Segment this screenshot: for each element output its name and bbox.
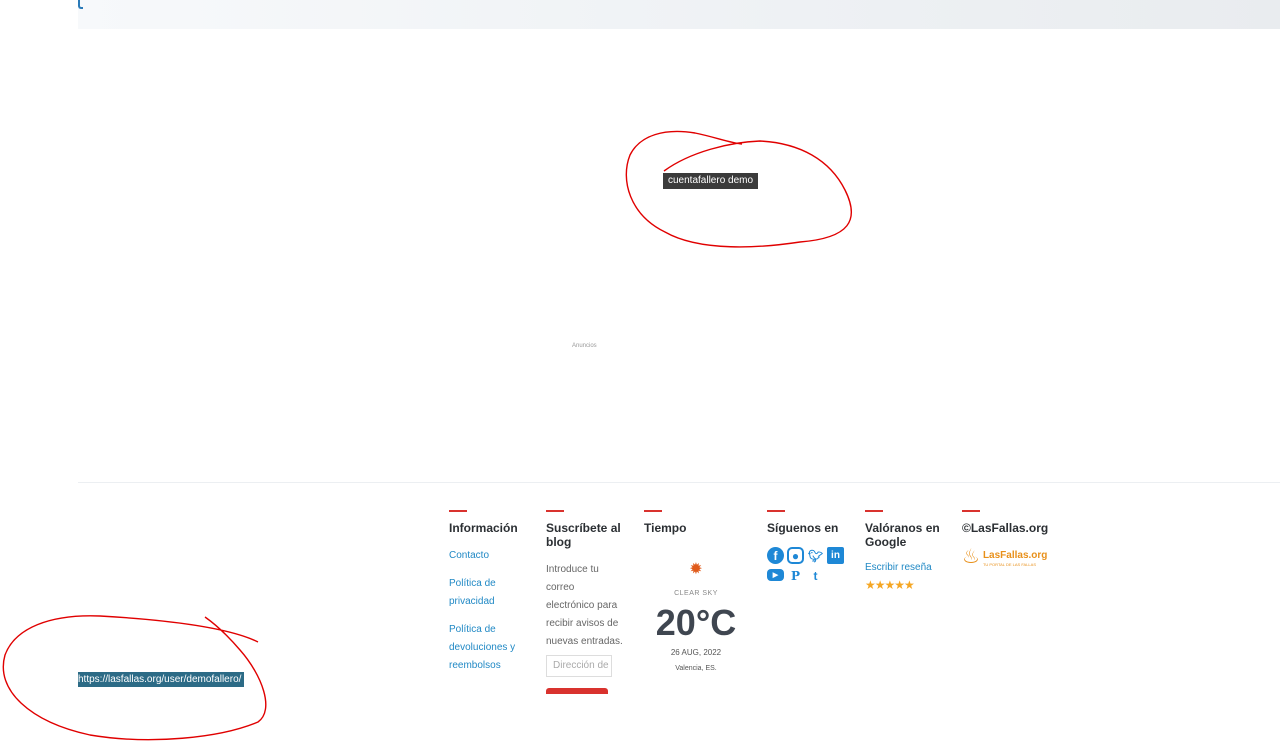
- sun-icon: ✹: [689, 561, 703, 578]
- annotation-circle-tooltip: [625, 130, 853, 248]
- footer-brand-title: ©LasFallas.org: [962, 521, 1049, 535]
- pinterest-icon[interactable]: P: [787, 567, 804, 584]
- linkedin-icon[interactable]: in: [827, 547, 844, 564]
- tumblr-icon[interactable]: t: [807, 567, 824, 584]
- rating-stars: ★★★★★: [865, 578, 915, 592]
- refund-policy-link[interactable]: Política de devoluciones y reembolsos: [449, 621, 529, 675]
- weather-temperature: 20°C: [655, 602, 737, 643]
- privacy-policy-link[interactable]: Política de privacidad: [449, 575, 529, 611]
- footer-social-title: Síguenos en: [767, 521, 839, 535]
- footer-info-title: Información: [449, 521, 518, 535]
- footer-info-links: Contacto Política de privacidad Política…: [449, 547, 529, 675]
- footer-subscribe-title: Suscríbete al blog: [546, 521, 621, 549]
- footer-brand-column: ©LasFallas.org ♨ LasFallas.org TU PORTAL…: [962, 510, 1052, 569]
- footer-info-column: Información Contacto Política de privaci…: [449, 510, 529, 685]
- footer-review-title: Valóranos en Google: [865, 521, 940, 549]
- section-accent-bar: [767, 510, 785, 512]
- footer-subscribe-column: Suscríbete al blog Introduce tu correo e…: [546, 510, 628, 694]
- logo-tagline: TU PORTAL DE LAS FALLAS: [982, 562, 1036, 567]
- section-accent-bar: [644, 510, 662, 512]
- status-bar-url: https://lasfallas.org/user/demofallero/: [78, 672, 245, 687]
- contact-link[interactable]: Contacto: [449, 547, 529, 565]
- flame-icon: ♨: [962, 546, 980, 568]
- footer-weather-column: Tiempo: [644, 510, 734, 547]
- youtube-icon[interactable]: ▶: [767, 569, 784, 581]
- lasfallas-logo[interactable]: ♨ LasFallas.org TU PORTAL DE LAS FALLAS: [962, 545, 1052, 569]
- weather-condition: CLEAR SKY: [674, 590, 718, 597]
- write-review-link[interactable]: Escribir reseña: [865, 561, 945, 575]
- subscribe-description: Introduce tu correo electrónico para rec…: [546, 564, 623, 647]
- weather-location: Valencia, ES.: [675, 665, 717, 672]
- ads-label: Anuncios: [572, 343, 597, 349]
- weather-date: 26 AUG, 2022: [670, 648, 722, 657]
- footer-review-column: Valóranos en Google Escribir reseña ★★★★…: [865, 510, 945, 592]
- section-accent-bar: [449, 510, 467, 512]
- subscribe-button[interactable]: [546, 688, 608, 694]
- footer-social-column: Síguenos en f ● 🐦︎ in ▶ P t: [767, 510, 847, 584]
- section-accent-bar: [865, 510, 883, 512]
- section-accent-bar: [962, 510, 980, 512]
- section-accent-bar: [546, 510, 564, 512]
- email-field[interactable]: Dirección de correo electrónico: [546, 655, 612, 677]
- instagram-icon[interactable]: ●: [787, 547, 804, 564]
- top-header-bar: [78, 0, 1280, 29]
- review-block: Escribir reseña ★★★★★: [865, 561, 945, 592]
- weather-widget: ✹ CLEAR SKY 20°C 26 AUG, 2022 Valencia, …: [640, 560, 752, 672]
- logo-name: LasFallas.org: [982, 550, 1048, 561]
- user-tooltip: cuentafallero demo: [663, 173, 759, 189]
- header-corner-icon: [78, 0, 83, 9]
- facebook-icon[interactable]: f: [767, 547, 784, 564]
- footer-divider: [78, 482, 1280, 483]
- footer-weather-title: Tiempo: [644, 521, 687, 535]
- twitter-icon[interactable]: 🐦︎: [807, 547, 824, 564]
- social-icons: f ● 🐦︎ in ▶ P t: [767, 547, 847, 584]
- logo-text: LasFallas.org TU PORTAL DE LAS FALLAS: [983, 545, 1047, 568]
